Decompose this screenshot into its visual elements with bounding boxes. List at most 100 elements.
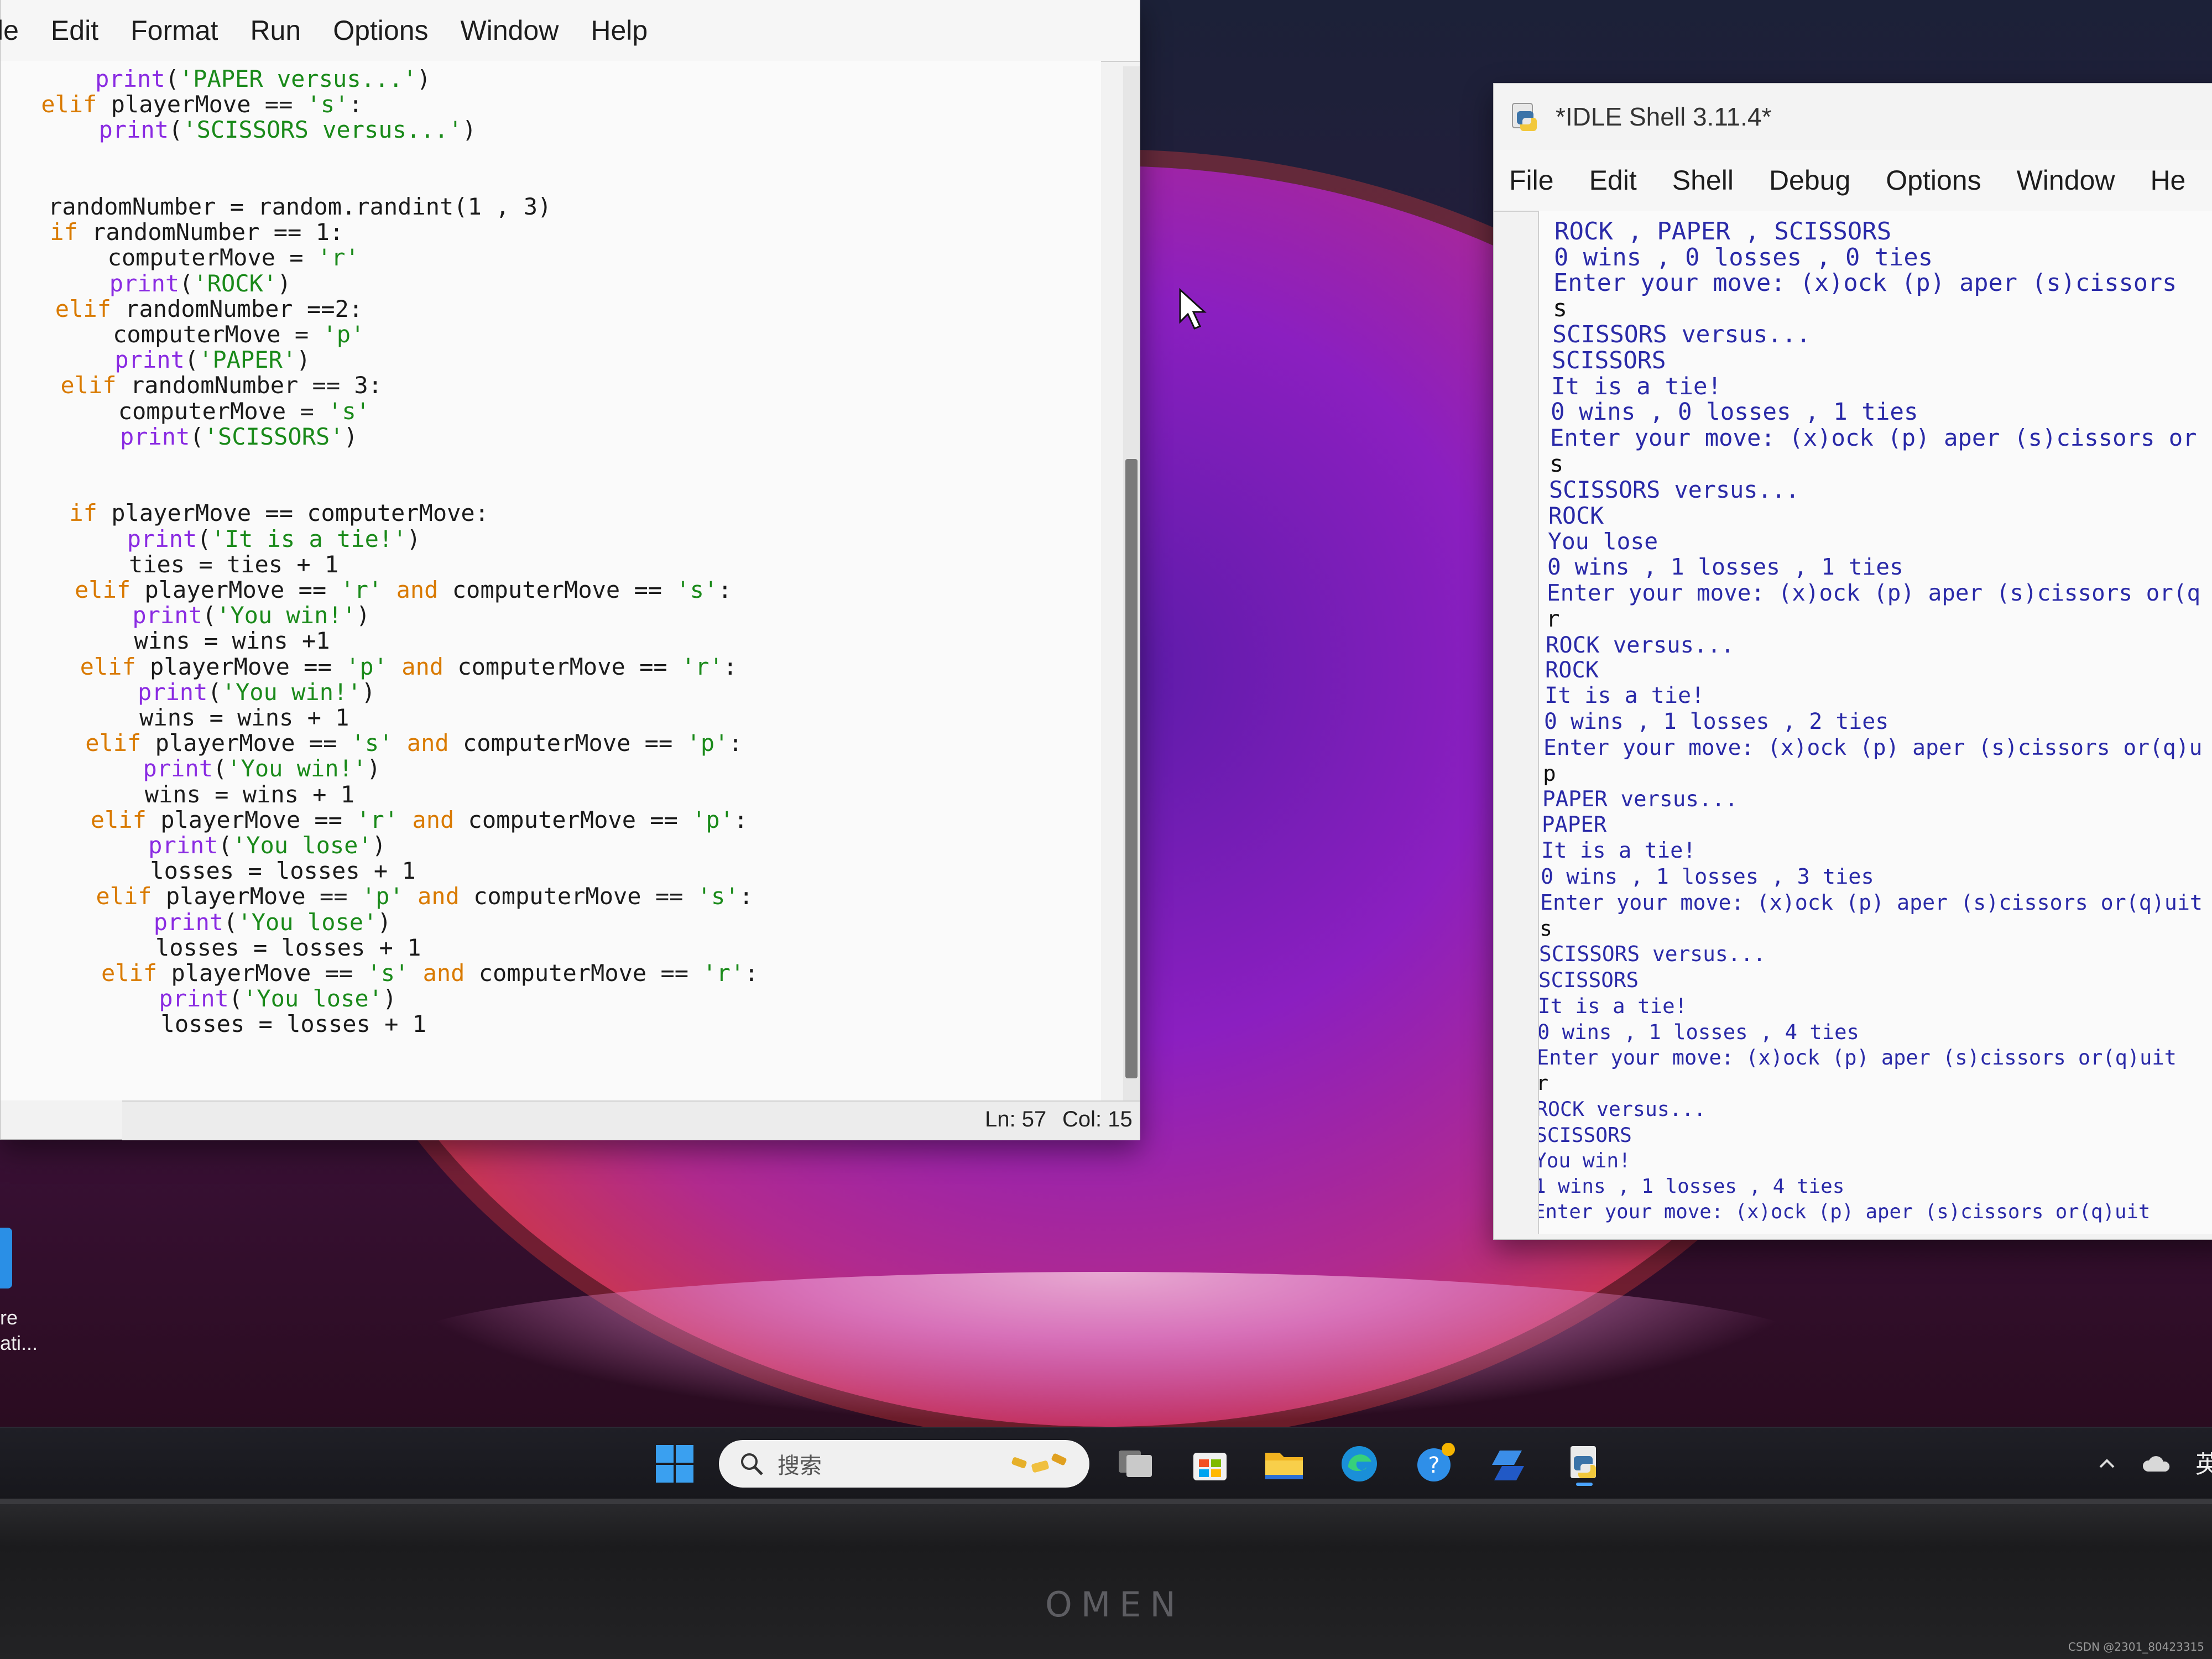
menu-options[interactable]: Options: [333, 14, 428, 46]
shell-output-line: Enter your move: (x)ock (p) aper (s)ciss…: [1540, 890, 2203, 915]
desktop-icon-label[interactable]: re ati...: [0, 1305, 50, 1356]
shell-input-line: p: [1543, 760, 1556, 786]
shell-output-line: SCISSORS: [1552, 347, 1666, 374]
windows-start-icon[interactable]: [653, 1442, 697, 1486]
app-icon[interactable]: [1488, 1442, 1532, 1486]
desktop-app-icon[interactable]: [0, 1228, 12, 1288]
editor-code-line: losses = losses + 1: [94, 857, 416, 885]
shell-output-line: It is a tie!: [1545, 683, 1705, 709]
shell-output-line: Enter your move: (x)ock (p) aper (s)ciss…: [1538, 1045, 2177, 1070]
shell-window-title: *IDLE Shell 3.11.4*: [1556, 102, 1772, 131]
file-explorer-icon[interactable]: [1262, 1442, 1306, 1486]
editor-code-line: computerMove = 'r': [51, 244, 359, 272]
editor-code-line: print('You win!'): [137, 678, 375, 706]
editor-code-line: elif playerMove == 's':: [41, 91, 363, 118]
editor-code-line: losses = losses + 1: [105, 1010, 426, 1038]
shell-output-area[interactable]: ROCK , PAPER , SCISSORS 0 wins , 0 losses…: [1538, 211, 2212, 1234]
menu-file[interactable]: le: [0, 14, 19, 46]
shell-input-line: r: [1546, 606, 1560, 632]
shell-input-line: s: [1550, 450, 1564, 478]
shell-output-line: SCISSORS versus...: [1552, 321, 1811, 349]
editor-code-line: elif playerMove == 'p' and computerMove …: [80, 653, 738, 680]
desktop-icon-label-line2: ati...: [0, 1332, 38, 1354]
search-highlight-icon: [1011, 1453, 1067, 1473]
svg-text:?: ?: [1428, 1453, 1439, 1478]
editor-code-line: wins = wins + 1: [88, 780, 355, 808]
shell-output-line: SCISSORS: [1538, 1123, 1632, 1147]
editor-code-line: randomNumber = random.randint(1 , 3): [48, 193, 552, 220]
editor-code-line: elif playerMove == 's' and computerMove …: [101, 959, 759, 987]
task-view-icon[interactable]: [1114, 1442, 1159, 1486]
shell-output-line: SCISSORS: [1538, 968, 1639, 993]
shell-input-line: s: [1553, 295, 1568, 323]
shell-output-line: 0 wins , 1 losses , 4 ties: [1538, 1019, 1859, 1044]
editor-code-line: print('You win!'): [143, 755, 381, 782]
shell-output-line: Enter your move: (x)ock (p) aper (s)ciss…: [1547, 580, 2201, 607]
shell-menu-options[interactable]: Options: [1886, 164, 1981, 196]
editor-scrollbar[interactable]: [1123, 66, 1140, 1100]
get-help-icon[interactable]: ?: [1413, 1442, 1457, 1486]
taskbar-search[interactable]: 搜索: [719, 1440, 1089, 1488]
shell-menu-edit[interactable]: Edit: [1589, 164, 1637, 196]
shell-output-line: ROCK: [1545, 657, 1599, 683]
shell-output-line: 0 wins , 1 losses , 3 ties: [1541, 864, 1874, 889]
search-icon: [741, 1453, 763, 1475]
shell-output-line: SCISSORS versus...: [1539, 942, 1766, 967]
shell-output-line: You win!: [1538, 1149, 1631, 1172]
editor-code-line: computerMove = 's': [62, 397, 370, 425]
editor-code-line: print('SCISSORS versus...'): [98, 116, 477, 144]
mouse-cursor-icon: [1179, 288, 1207, 330]
desktop-icon-label-line1: re: [0, 1306, 18, 1329]
shell-output-line: Enter your move: (x)ock (p) aper (s)ciss…: [1550, 424, 2197, 452]
editor-status-bar: Ln: 57 Col: 15: [122, 1100, 1140, 1140]
input-language-indicator[interactable]: 英: [2195, 1444, 2212, 1480]
status-line: Ln: 57: [985, 1107, 1047, 1131]
search-placeholder: 搜索: [778, 1453, 822, 1479]
python-icon: [1512, 103, 1537, 131]
editor-code-line: print('It is a tie!'): [127, 525, 421, 552]
chevron-up-icon[interactable]: [2096, 1453, 2118, 1475]
menu-run[interactable]: Run: [250, 14, 301, 46]
onedrive-cloud-icon[interactable]: [2140, 1453, 2173, 1475]
idle-editor-window: le Edit Format Run Options Window Help p…: [0, 0, 1140, 1140]
shell-output-line: 0 wins , 0 losses , 1 ties: [1551, 398, 1918, 426]
shell-output-line: 1 wins , 1 losses , 4 ties: [1538, 1175, 1845, 1198]
wallpaper-glow: [387, 1272, 1825, 1427]
shell-output-line: Enter your move: (x)ock (p) aper (s)ciss…: [1543, 735, 2203, 760]
shell-menu-shell[interactable]: Shell: [1672, 164, 1734, 196]
shell-title-bar[interactable]: *IDLE Shell 3.11.4*: [1494, 84, 2212, 150]
shell-output-line: PAPER versus...: [1542, 786, 1738, 812]
editor-code-line: losses = losses + 1: [99, 933, 421, 961]
editor-code-line: wins = wins +1: [78, 627, 330, 655]
shell-menu-help[interactable]: He: [2150, 164, 2185, 196]
shell-output-line: 0 wins , 0 losses , 0 ties: [1554, 243, 1933, 272]
editor-code-line: ties = ties + 1: [72, 550, 339, 578]
idle-python-icon[interactable]: [1563, 1442, 1607, 1486]
editor-code-line: print('You lose'): [148, 832, 387, 859]
omen-logo: OMEN: [1045, 1584, 1185, 1625]
shell-menu-debug[interactable]: Debug: [1769, 164, 1850, 196]
shell-input-line: r: [1539, 1071, 1548, 1095]
editor-code-area[interactable]: print('PAPER versus...') elif playerMove …: [1, 61, 1101, 1100]
shell-output-line: PAPER: [1542, 812, 1607, 838]
editor-code-line: print('ROCK'): [109, 269, 291, 297]
shell-menu-file[interactable]: File: [1509, 164, 1554, 196]
shell-output-line: Enter your move: (x)ock (p) aper (s)ciss…: [1538, 1201, 2151, 1224]
microsoft-store-icon[interactable]: [1188, 1442, 1232, 1486]
shell-output-line: You lose: [1548, 528, 1658, 555]
editor-code-line: print('PAPER versus...'): [95, 65, 431, 92]
menu-window[interactable]: Window: [461, 14, 559, 46]
bezel-edge: [0, 1499, 2212, 1504]
shell-output-line: ROCK versus...: [1546, 631, 1735, 658]
shell-output-line: It is a tie!: [1538, 994, 1688, 1018]
menu-format[interactable]: Format: [131, 14, 218, 46]
menu-help[interactable]: Help: [591, 14, 648, 46]
menu-edit[interactable]: Edit: [51, 14, 98, 46]
editor-code-line: if randomNumber == 1:: [50, 218, 344, 246]
shell-menu-window[interactable]: Window: [2017, 164, 2115, 196]
shell-output-line: ROCK: [1548, 502, 1604, 529]
editor-scrollbar-thumb[interactable]: [1125, 459, 1138, 1078]
idle-shell-window: *IDLE Shell 3.11.4* File Edit Shell Debu…: [1493, 83, 2212, 1240]
editor-code-line: wins = wins + 1: [84, 704, 349, 731]
edge-browser-icon[interactable]: [1337, 1442, 1381, 1486]
